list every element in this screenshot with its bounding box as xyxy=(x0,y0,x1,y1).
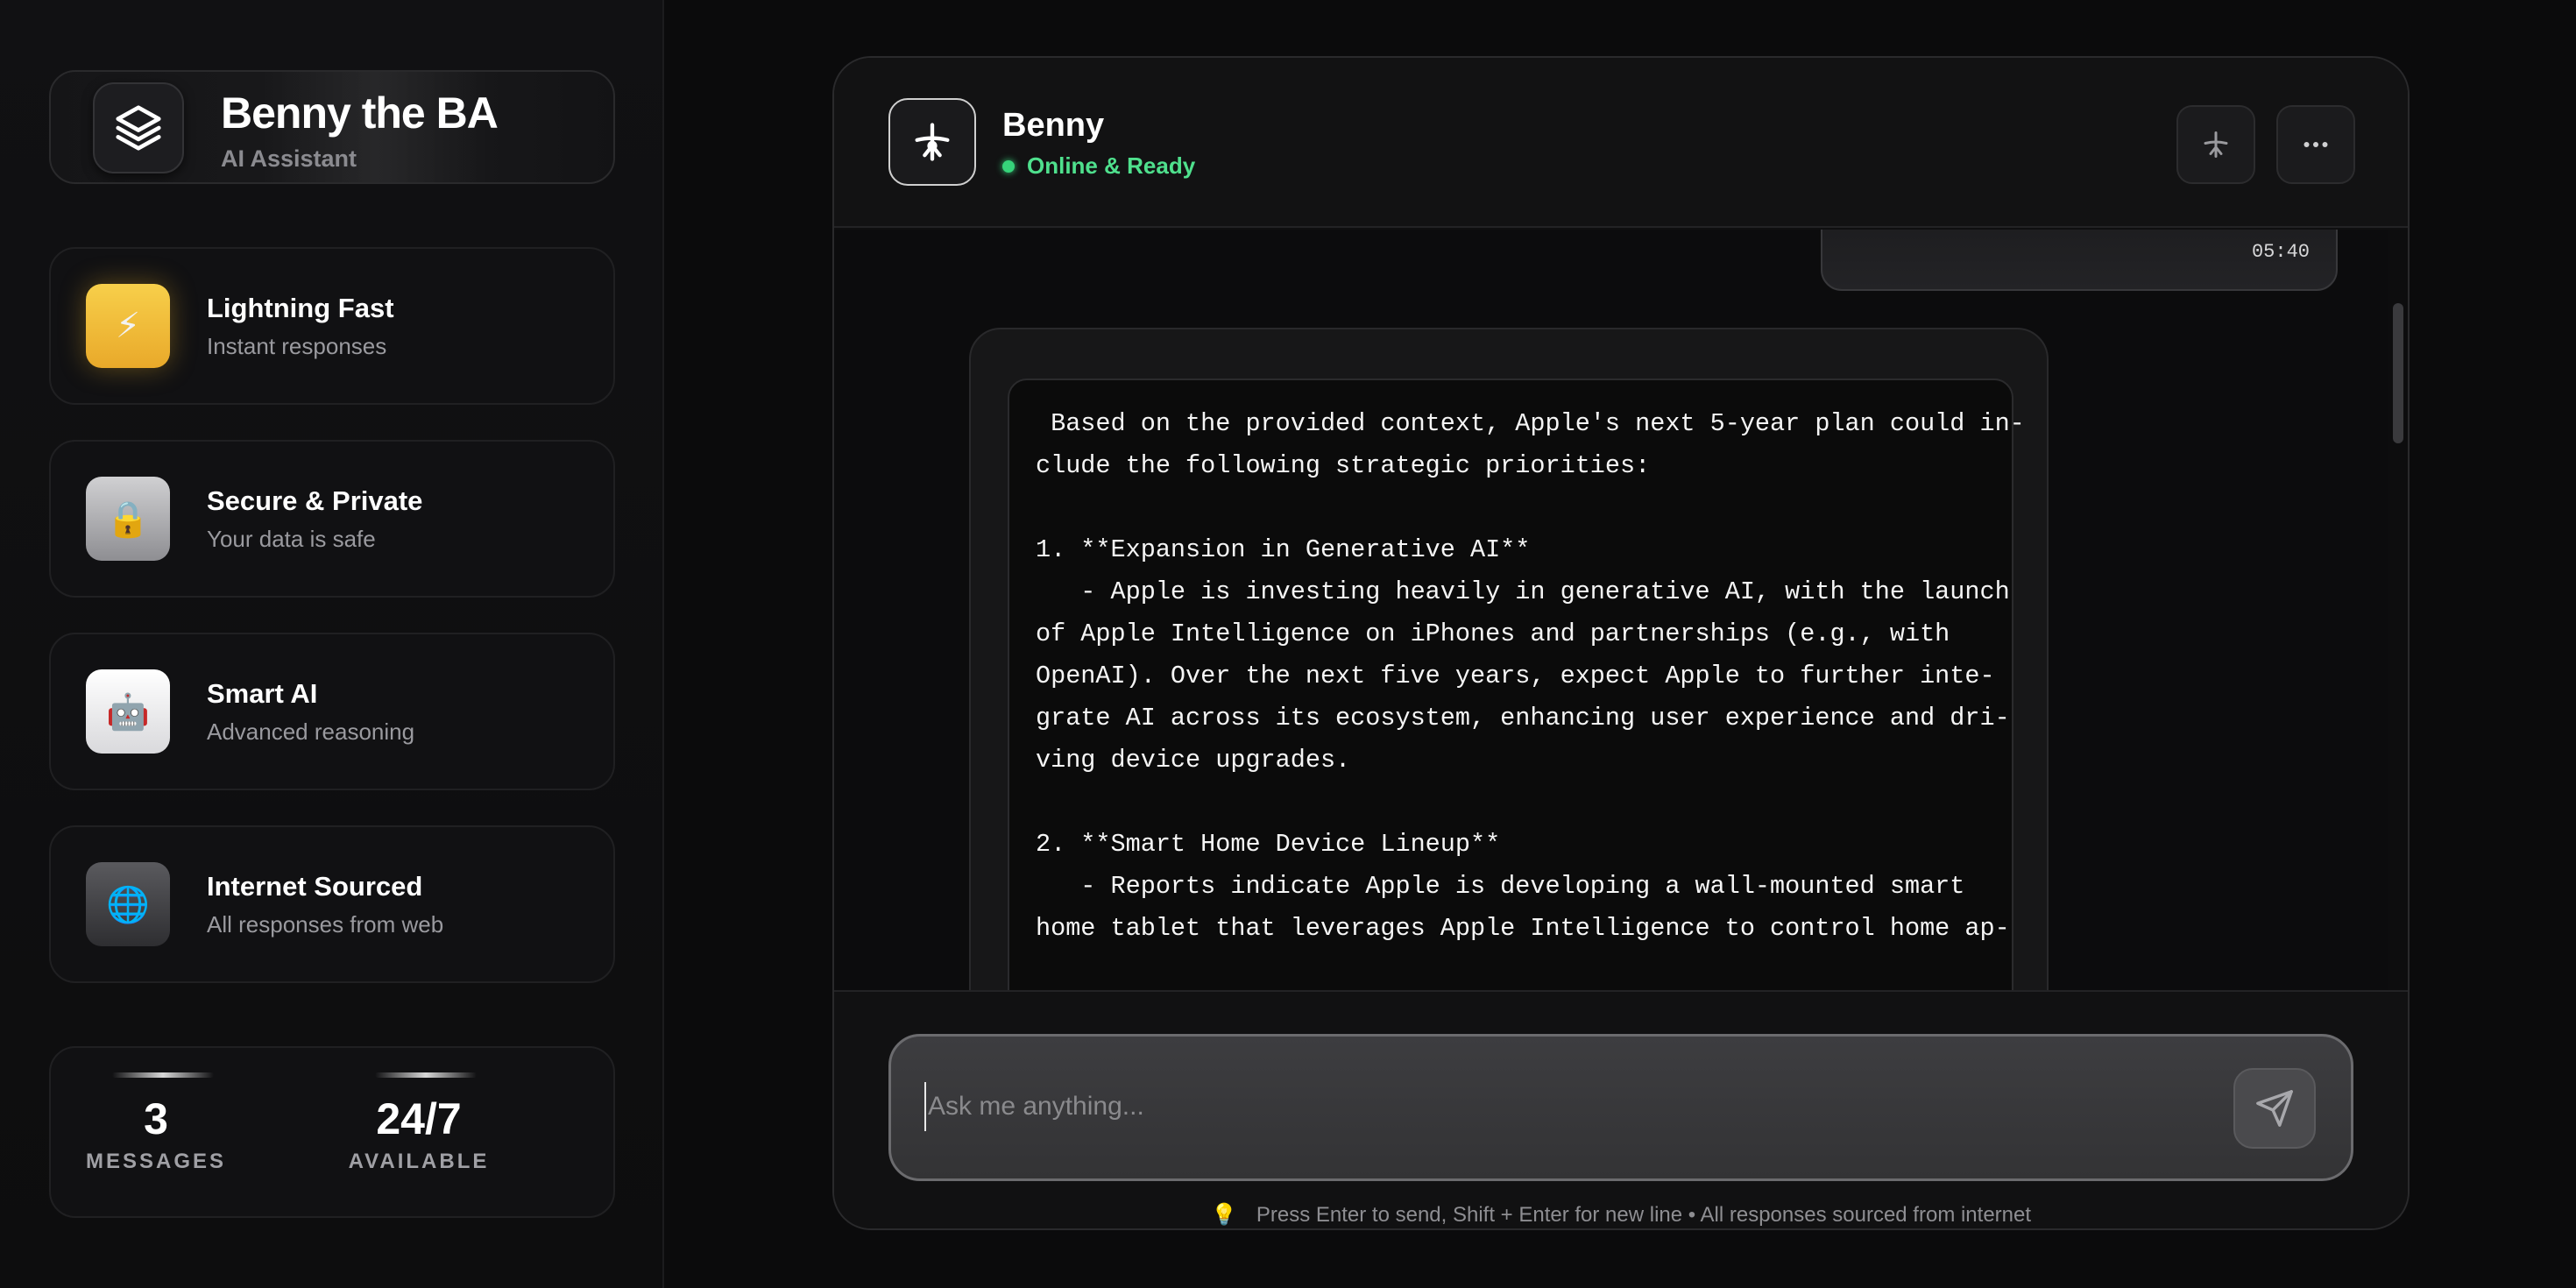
feature-description: Advanced reasoning xyxy=(207,718,415,745)
feature-card-lightning-fast: ⚡ Lightning Fast Instant responses xyxy=(49,247,615,405)
stat-available: 24/7 AVAILABLE xyxy=(314,1048,524,1216)
chat-header: Benny Online & Ready xyxy=(834,58,2408,228)
stat-messages: 3 MESSAGES xyxy=(51,1048,261,1216)
feature-card-secure-private: 🔒 Secure & Private Your data is safe xyxy=(49,440,615,598)
ai-message-line: grate AI across its ecosystem, enhancing… xyxy=(1036,704,2010,732)
ai-message-line: OpenAI). Over the next five years, expec… xyxy=(1036,662,1995,690)
stat-indicator xyxy=(112,1072,214,1078)
lightning-icon: ⚡ xyxy=(86,284,170,368)
composer: 💡 Press Enter to send, Shift + Enter for… xyxy=(834,990,2408,1228)
feature-title: Secure & Private xyxy=(207,485,423,516)
hint-text: Press Enter to send, Shift + Enter for n… xyxy=(1256,1202,2032,1227)
message-scrollbar[interactable] xyxy=(2388,230,2408,990)
scrollbar-thumb[interactable] xyxy=(2393,303,2403,443)
brand-title: Benny the BA xyxy=(221,88,499,138)
bot-logo-icon xyxy=(915,123,950,161)
feature-description: All responses from web xyxy=(207,911,444,938)
stat-label: AVAILABLE xyxy=(348,1150,490,1173)
ai-message-line: - Apple is investing heavily in generati… xyxy=(1036,577,2010,606)
ai-message-line: clude the following strategic priorities… xyxy=(1036,451,1651,480)
stat-label: MESSAGES xyxy=(85,1150,227,1173)
ai-message-line: Based on the provided context, Apple's n… xyxy=(1036,409,2025,438)
more-horizontal-icon xyxy=(2304,142,2328,147)
more-options-button[interactable] xyxy=(2276,105,2355,184)
sidebar: Benny the BA AI Assistant ⚡ Lightning Fa… xyxy=(0,0,664,1288)
robot-icon: 🤖 xyxy=(86,669,170,754)
feature-title: Smart AI xyxy=(207,678,318,709)
message-input-container[interactable] xyxy=(888,1034,2353,1181)
message-input[interactable] xyxy=(924,1082,2151,1131)
send-icon xyxy=(2256,1090,2293,1127)
stat-value: 24/7 xyxy=(376,1094,462,1143)
feature-description: Your data is safe xyxy=(207,526,376,552)
feature-description: Instant responses xyxy=(207,333,387,359)
bot-avatar xyxy=(888,98,976,186)
lightbulb-icon: 💡 xyxy=(1210,1203,1237,1227)
ai-message-text: Based on the provided context, Apple's n… xyxy=(1036,403,2025,950)
ai-message-line: of Apple Intelligence on iPhones and par… xyxy=(1036,619,1950,648)
feature-title: Lightning Fast xyxy=(207,293,394,323)
composer-hint: 💡 Press Enter to send, Shift + Enter for… xyxy=(834,1202,2408,1228)
brand-card: Benny the BA AI Assistant xyxy=(49,70,615,184)
ai-message-line: - Reports indicate Apple is developing a… xyxy=(1036,872,1965,901)
stat-value: 3 xyxy=(144,1094,168,1143)
ai-message-content: Based on the provided context, Apple's n… xyxy=(1008,379,2025,990)
chat-panel: Benny Online & Ready 05:40 Based on the … xyxy=(832,56,2410,1230)
ai-message-bubble: Based on the provided context, Apple's n… xyxy=(969,328,2049,990)
send-button[interactable] xyxy=(2233,1068,2316,1149)
globe-icon: 🌐 xyxy=(86,862,170,946)
feature-card-smart-ai: 🤖 Smart AI Advanced reasoning xyxy=(49,633,615,790)
user-message-bubble: 05:40 xyxy=(1821,230,2338,291)
lock-icon: 🔒 xyxy=(86,477,170,561)
bot-name: Benny xyxy=(1002,107,1105,144)
status-dot-icon xyxy=(1002,159,1015,173)
bot-action-button[interactable] xyxy=(2176,105,2255,184)
status-text: Online & Ready xyxy=(1027,152,1196,179)
brand-subtitle: AI Assistant xyxy=(221,145,357,172)
message-timestamp: 05:40 xyxy=(2251,241,2310,263)
message-list[interactable]: 05:40 Based on the provided context, App… xyxy=(834,230,2408,990)
stat-indicator xyxy=(375,1072,477,1078)
feature-title: Internet Sourced xyxy=(207,871,423,902)
feature-card-internet-sourced: 🌐 Internet Sourced All responses from we… xyxy=(49,825,615,983)
ai-message-line: 2. **Smart Home Device Lineup** xyxy=(1036,830,1501,859)
stats-card: 3 MESSAGES 24/7 AVAILABLE xyxy=(49,1046,615,1218)
ai-message-line xyxy=(1036,782,1999,824)
bot-logo-icon xyxy=(2204,131,2228,158)
status-indicator: Online & Ready xyxy=(1002,152,1195,180)
layers-icon xyxy=(93,82,184,173)
ai-message-line: 1. **Expansion in Generative AI** xyxy=(1036,535,1531,564)
ai-message-line: home tablet that leverages Apple Intelli… xyxy=(1036,914,2010,943)
ai-message-line xyxy=(1036,487,1999,529)
ai-message-line: ving device upgrades. xyxy=(1036,746,1351,775)
